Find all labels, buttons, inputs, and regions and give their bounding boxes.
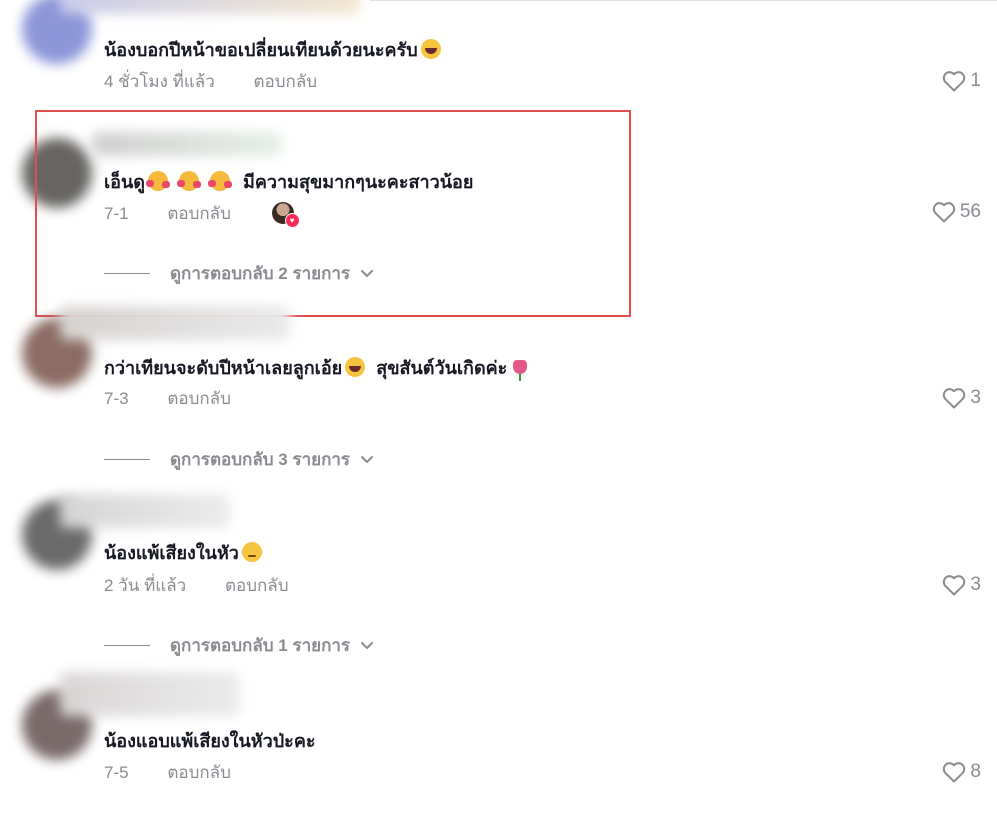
comment-text: กว่าเทียนจะดับปีหน้าเลยลูกเอ้ย สุขสันต์ว… (104, 356, 528, 381)
username-blurred (60, 0, 360, 14)
comment-time: 7-1 (104, 204, 129, 223)
view-replies-label: ดูการตอบกลับ 1 รายการ (170, 636, 351, 655)
comment-time: 4 ชั่วโมง ที่แล้ว (104, 72, 215, 91)
heart-outline-icon (943, 71, 966, 92)
reply-button[interactable]: ตอบกลับ (167, 203, 231, 225)
reply-button[interactable]: ตอบกลับ (167, 388, 231, 410)
avatar[interactable] (22, 138, 92, 208)
like-button[interactable]: 56 (932, 201, 981, 223)
like-count: 3 (970, 574, 981, 595)
chevron-down-icon (361, 455, 374, 463)
smiling-face-with-hearts-emoji (176, 171, 201, 191)
heart-outline-icon (943, 762, 966, 783)
heart-badge-icon: ♥ (284, 213, 300, 228)
divider-line (104, 273, 150, 274)
heart-outline-icon (932, 202, 956, 223)
creator-liked-avatar: ♥ (271, 202, 300, 228)
comment-meta: 4 ชั่วโมง ที่แล้ว ตอบกลับ (104, 71, 317, 93)
comment-text: น้องบอกปีหน้าขอเปลี่ยนเทียนด้วยนะครับ (104, 38, 441, 62)
view-replies-button[interactable]: ดูการตอบกลับ 2 รายการ (104, 260, 374, 287)
comment-meta: 7-1 ตอบกลับ ♥ (104, 202, 300, 228)
heart-outline-icon (943, 388, 966, 409)
like-count: 1 (970, 70, 981, 91)
top-divider (370, 0, 997, 1)
reply-button[interactable]: ตอบกลับ (225, 575, 289, 597)
comment-meta: 7-5 ตอบกลับ (104, 762, 231, 784)
chevron-down-icon (361, 269, 374, 277)
comment-text-body: กว่าเทียนจะดับปีหน้าเลยลูกเอ้ย (104, 358, 343, 378)
like-button[interactable]: 8 (942, 761, 981, 783)
tulip-emoji (513, 360, 528, 381)
comment-text-body: น้องแอบแพ้เสียงในหัวป่ะคะ (104, 731, 316, 751)
comment-text: เอ็นดู มีความสุขมากๆนะคะสาวน้อย (104, 170, 473, 194)
like-count: 56 (959, 201, 981, 222)
comment-text: น้องแอบแพ้เสียงในหัวป่ะคะ (104, 729, 316, 753)
heart-outline-icon (943, 575, 966, 596)
reply-button[interactable]: ตอบกลับ (167, 762, 231, 784)
like-count: 8 (970, 761, 981, 782)
pensive-face-emoji (241, 542, 262, 562)
laughing-with-tears-emoji (345, 357, 366, 377)
like-button[interactable]: 3 (942, 387, 981, 409)
comment-time: 2 วัน ที่แล้ว (104, 576, 187, 595)
view-replies-label: ดูการตอบกลับ 2 รายการ (170, 264, 351, 283)
username-blurred (60, 672, 240, 716)
divider-line (104, 645, 150, 646)
view-replies-label: ดูการตอบกลับ 3 รายการ (170, 450, 351, 469)
comment-text-body: น้องแพ้เสียงในหัว (104, 543, 239, 563)
comment-text-suffix: สุขสันต์วันเกิดค่ะ (376, 358, 508, 378)
like-button[interactable]: 1 (942, 70, 981, 92)
chevron-down-icon (361, 641, 374, 649)
username-blurred (60, 306, 290, 340)
comment-text-body: มีความสุขมากๆนะคะสาวน้อย (243, 172, 474, 192)
like-count: 3 (970, 387, 981, 408)
smiling-face-with-hearts-emoji (145, 171, 170, 191)
comment-time: 7-3 (104, 389, 129, 408)
comment-meta: 7-3 ตอบกลับ (104, 388, 231, 410)
comment-text-prefix: เอ็นดู (104, 172, 145, 192)
like-button[interactable]: 3 (942, 574, 981, 596)
laughing-with-tears-emoji (420, 39, 441, 59)
smiling-face-with-hearts-emoji (208, 171, 232, 191)
comment-meta: 2 วัน ที่แล้ว ตอบกลับ (104, 575, 288, 597)
divider-line (104, 459, 150, 460)
reply-button[interactable]: ตอบกลับ (253, 71, 317, 93)
comment-time: 7-5 (104, 763, 129, 782)
comment-text: น้องแพ้เสียงในหัว (104, 541, 262, 565)
view-replies-button[interactable]: ดูการตอบกลับ 1 รายการ (104, 632, 374, 659)
view-replies-button[interactable]: ดูการตอบกลับ 3 รายการ (104, 446, 374, 473)
comment-text-body: น้องบอกปีหน้าขอเปลี่ยนเทียนด้วยนะครับ (104, 40, 418, 60)
username-blurred (92, 132, 282, 156)
username-blurred (60, 494, 230, 528)
